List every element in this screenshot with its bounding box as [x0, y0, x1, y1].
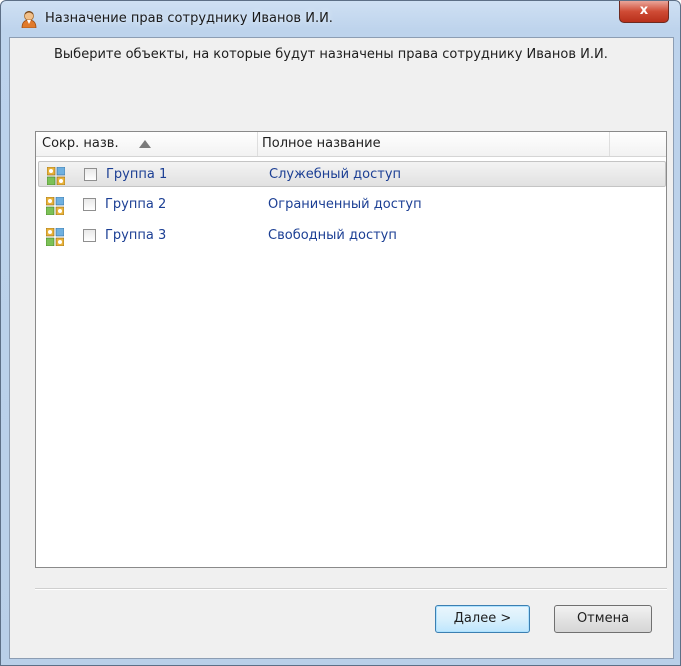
row-short-name: Группа 2	[105, 197, 167, 212]
row-checkbox[interactable]	[83, 229, 96, 242]
list-header: Сокр. назв. Полное название	[36, 132, 666, 157]
sort-ascending-icon	[139, 140, 151, 148]
column-divider[interactable]	[609, 132, 610, 156]
row-checkbox[interactable]	[84, 168, 97, 181]
close-icon: x	[639, 3, 649, 18]
row-short-name: Группа 3	[105, 228, 167, 243]
list-row[interactable]: Группа 1 Служебный доступ	[38, 161, 666, 187]
close-button[interactable]: x	[619, 1, 669, 23]
objects-list[interactable]: Сокр. назв. Полное название Группа 1 Слу…	[35, 131, 667, 568]
row-full-name: Ограниченный доступ	[268, 197, 422, 212]
list-row[interactable]: Группа 2 Ограниченный доступ	[38, 192, 666, 218]
cancel-button[interactable]: Отмена	[554, 605, 652, 633]
row-short-name: Группа 1	[106, 167, 168, 182]
user-icon	[21, 11, 37, 28]
column-header-full-name[interactable]: Полное название	[262, 132, 381, 156]
instruction-text: Выберите объекты, на которые будут назна…	[54, 47, 608, 62]
row-full-name: Служебный доступ	[269, 167, 402, 182]
group-icon	[46, 228, 64, 246]
group-icon	[47, 167, 65, 185]
group-icon	[46, 197, 64, 215]
row-checkbox[interactable]	[83, 198, 96, 211]
dialog-window: Назначение прав сотруднику Иванов И.И. x…	[0, 0, 681, 666]
row-full-name: Свободный доступ	[268, 228, 397, 243]
title-bar[interactable]: Назначение прав сотруднику Иванов И.И. x	[1, 1, 681, 37]
column-header-short-name[interactable]: Сокр. назв.	[42, 132, 119, 156]
footer-separator	[35, 588, 667, 590]
list-row[interactable]: Группа 3 Свободный доступ	[38, 223, 666, 249]
window-title: Назначение прав сотруднику Иванов И.И.	[45, 11, 333, 26]
column-divider[interactable]	[257, 132, 258, 156]
next-button[interactable]: Далее >	[435, 605, 530, 633]
